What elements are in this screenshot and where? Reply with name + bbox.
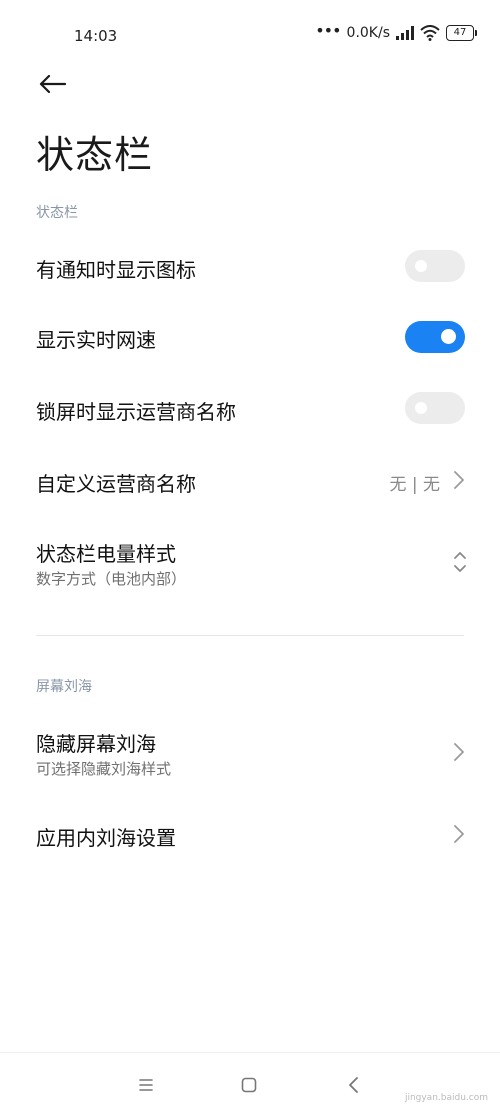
setting-realtime-speed[interactable]: 显示实时网速 [0, 302, 500, 372]
chevron-up-down-icon [454, 552, 466, 572]
realtime-speed-toggle[interactable] [405, 321, 465, 353]
section-divider [36, 635, 464, 636]
arrow-left-icon [39, 74, 66, 94]
custom-carrier-value: 无 | 无 [389, 475, 440, 495]
back-button[interactable] [32, 66, 72, 102]
toggle-knob [415, 402, 427, 414]
notify-icons-toggle[interactable] [405, 250, 465, 282]
watermark: jingyan.baidu.com [404, 1093, 488, 1103]
section-label-notch: 屏幕刘海 [36, 679, 92, 695]
settings-screen: 14:03 ••• 0.0K/s 47 状态栏 状态栏 有通知时显示图标 显示实… [0, 0, 500, 1111]
setting-title: 有通知时显示图标 [36, 258, 196, 282]
wifi-icon [420, 25, 440, 41]
page-title: 状态栏 [36, 133, 154, 177]
setting-notify-icons[interactable]: 有通知时显示图标 [0, 232, 500, 302]
status-indicators: ••• 0.0K/s 47 [315, 21, 477, 41]
setting-title: 应用内刘海设置 [36, 826, 176, 850]
setting-title: 显示实时网速 [36, 328, 156, 352]
setting-title: 锁屏时显示运营商名称 [36, 400, 236, 424]
chevron-left-icon[interactable] [342, 1073, 366, 1097]
lock-carrier-toggle[interactable] [405, 392, 465, 424]
battery-indicator: 47 [446, 25, 477, 41]
chevron-right-icon [454, 471, 464, 489]
setting-hide-notch[interactable]: 隐藏屏幕刘海 可选择隐藏刘海样式 [0, 708, 500, 798]
status-bar: 14:03 ••• 0.0K/s 47 [0, 0, 500, 70]
chevron-right-icon [454, 825, 464, 843]
toggle-knob [441, 329, 456, 344]
setting-lock-carrier[interactable]: 锁屏时显示运营商名称 [0, 372, 500, 444]
menu-icon[interactable] [134, 1073, 158, 1097]
setting-subtitle: 可选择隐藏刘海样式 [36, 760, 172, 778]
setting-title: 状态栏电量样式 [36, 542, 176, 566]
net-speed: 0.0K/s [346, 25, 390, 41]
setting-subtitle: 数字方式（电池内部） [36, 570, 187, 588]
setting-title: 隐藏屏幕刘海 [36, 732, 156, 756]
setting-app-notch[interactable]: 应用内刘海设置 [0, 798, 500, 870]
setting-battery-style[interactable]: 状态栏电量样式 数字方式（电池内部） [0, 516, 500, 608]
status-time: 14:03 [74, 27, 118, 45]
home-square-icon[interactable] [237, 1073, 261, 1097]
more-dots-icon: ••• [315, 21, 341, 40]
setting-custom-carrier[interactable]: 自定义运营商名称 无 | 无 [0, 444, 500, 516]
toggle-knob [415, 260, 427, 272]
setting-title: 自定义运营商名称 [36, 472, 196, 496]
section-label-status-bar: 状态栏 [36, 205, 78, 221]
chevron-right-icon [454, 743, 464, 761]
signal-icon [396, 26, 414, 40]
